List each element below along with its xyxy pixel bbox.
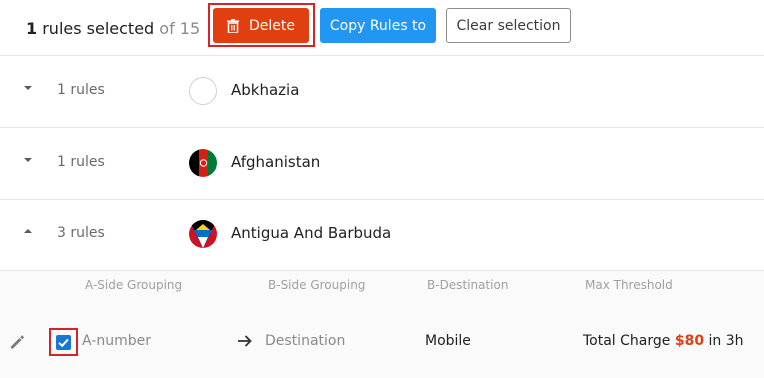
group-rule-count: 1 rules bbox=[57, 154, 105, 170]
selection-label: rules selected bbox=[37, 19, 155, 38]
group-rule-count: 1 rules bbox=[57, 82, 105, 98]
threshold-prefix: Total Charge bbox=[583, 333, 675, 349]
group-row-afghanistan[interactable]: 1 rules Afghanistan bbox=[0, 128, 764, 200]
rule-detail-panel: A-Side Grouping B-Side Grouping B-Destin… bbox=[0, 271, 764, 378]
column-header-b-side: B-Side Grouping bbox=[268, 278, 366, 292]
arrow-right-icon bbox=[238, 335, 252, 347]
delete-button[interactable]: Delete bbox=[213, 8, 309, 43]
check-icon bbox=[58, 338, 69, 348]
rule-checkbox[interactable] bbox=[56, 335, 71, 350]
antigua-and-barbuda-flag-icon bbox=[189, 220, 217, 248]
delete-label: Delete bbox=[249, 17, 295, 34]
trash-icon bbox=[227, 18, 239, 33]
selection-count: 1 bbox=[26, 19, 38, 38]
clear-selection-button[interactable]: Clear selection bbox=[446, 8, 571, 43]
checkbox-highlight bbox=[49, 328, 78, 356]
threshold-amount: $80 bbox=[674, 333, 705, 349]
group-row-antigua-and-barbuda[interactable]: 3 rules Antigua And Barbuda bbox=[0, 199, 764, 271]
column-header-max-threshold: Max Threshold bbox=[585, 278, 673, 292]
flag-placeholder-icon bbox=[189, 77, 217, 105]
pencil-icon[interactable] bbox=[9, 334, 25, 350]
a-side-value: A-number bbox=[82, 333, 151, 349]
caret-up-icon[interactable] bbox=[24, 229, 32, 233]
group-row-abkhazia[interactable]: 1 rules Abkhazia bbox=[0, 56, 764, 128]
selection-toolbar: 1 rules selected of 15 Delete Copy Rules… bbox=[0, 0, 764, 56]
caret-down-icon[interactable] bbox=[24, 158, 32, 162]
group-country: Abkhazia bbox=[231, 81, 300, 99]
b-destination-value: Mobile bbox=[425, 333, 471, 349]
b-side-value: Destination bbox=[265, 333, 346, 349]
max-threshold-value: Total Charge $80 in 3h bbox=[583, 333, 744, 349]
threshold-suffix: in 3h bbox=[704, 333, 744, 349]
selection-total: of 15 bbox=[154, 19, 201, 38]
afghanistan-flag-icon bbox=[189, 149, 217, 177]
column-header-a-side: A-Side Grouping bbox=[85, 278, 183, 292]
selection-summary: 1 rules selected of 15 bbox=[26, 19, 200, 38]
group-country: Antigua And Barbuda bbox=[231, 224, 392, 242]
group-country: Afghanistan bbox=[231, 153, 321, 171]
copy-rules-button[interactable]: Copy Rules to bbox=[320, 8, 436, 43]
column-header-b-destination: B-Destination bbox=[427, 278, 509, 292]
caret-down-icon[interactable] bbox=[24, 86, 32, 90]
group-rule-count: 3 rules bbox=[57, 225, 105, 241]
